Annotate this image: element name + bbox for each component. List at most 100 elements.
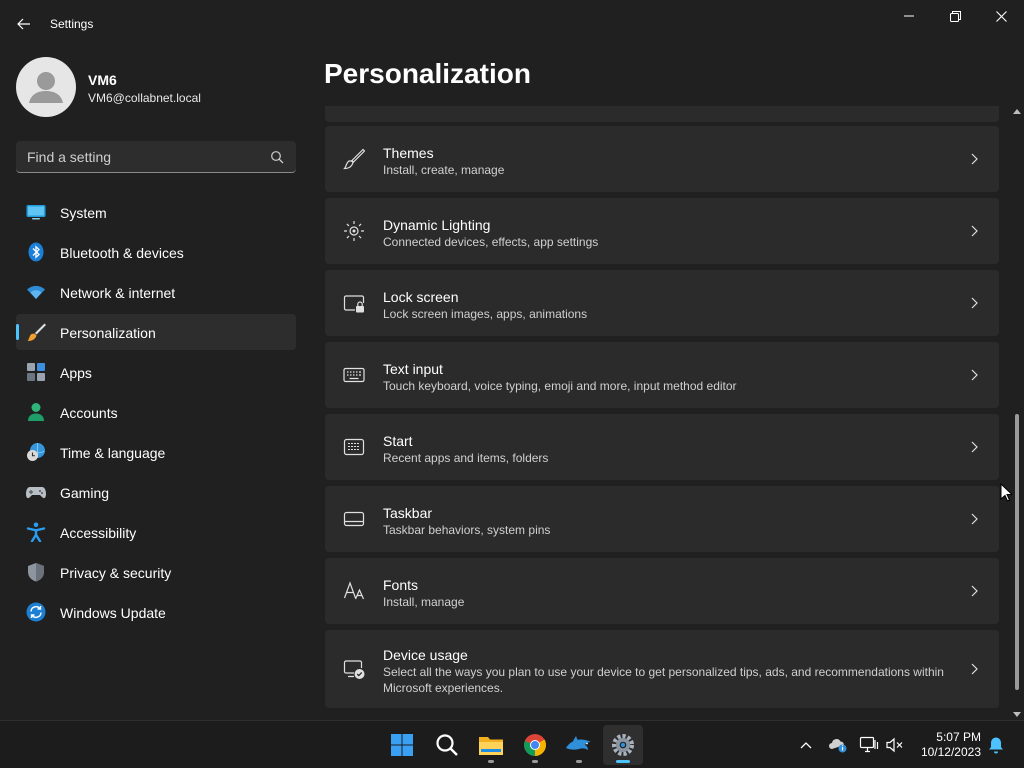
- user-email: VM6@collabnet.local: [88, 91, 201, 105]
- lock-screen-icon: [343, 295, 365, 313]
- row-description: Recent apps and items, folders: [383, 451, 549, 465]
- chevron-right-icon: [971, 297, 978, 309]
- back-button[interactable]: [12, 12, 36, 36]
- network-monitor-icon: [859, 736, 879, 753]
- bluetooth-icon: [28, 242, 44, 262]
- avatar[interactable]: [16, 57, 76, 117]
- globe-clock-icon: [27, 443, 45, 461]
- taskbar-chrome[interactable]: [515, 725, 555, 765]
- sidebar-item-gaming[interactable]: Gaming: [16, 474, 296, 510]
- sidebar-item-privacy-security[interactable]: Privacy & security: [16, 554, 296, 590]
- sidebar-item-label: Personalization: [60, 325, 156, 341]
- notifications-button[interactable]: [986, 735, 1006, 755]
- sidebar-item-accounts[interactable]: Accounts: [16, 394, 296, 430]
- mouse-cursor-icon: [1000, 483, 1012, 502]
- apps-icon: [27, 363, 45, 381]
- taskbar: 5:07 PM 10/12/2023: [0, 720, 1024, 768]
- running-indicator: [616, 760, 630, 763]
- minimize-button[interactable]: [886, 0, 932, 32]
- chevron-right-icon: [971, 153, 978, 165]
- sidebar-item-label: Network & internet: [60, 285, 176, 301]
- row-lock-screen[interactable]: Lock screen Lock screen images, apps, an…: [325, 270, 999, 336]
- taskbar-settings[interactable]: [603, 725, 643, 765]
- sidebar-item-label: Accounts: [60, 405, 118, 421]
- show-hidden-icons-button[interactable]: [796, 735, 816, 755]
- row-description: Install, manage: [383, 595, 465, 609]
- lighting-icon: [344, 221, 364, 241]
- update-icon: [26, 602, 46, 622]
- volume-tray-button[interactable]: [885, 735, 905, 755]
- brush-icon: [27, 323, 46, 341]
- sidebar-item-label: Apps: [60, 365, 92, 381]
- chevron-right-icon: [971, 585, 978, 597]
- sidebar-item-label: Accessibility: [60, 525, 137, 541]
- search-icon: [436, 734, 458, 756]
- settings-list: Themes Install, create, manage Dynamic L…: [324, 106, 1000, 718]
- row-dynamic-lighting[interactable]: Dynamic Lighting Connected devices, effe…: [325, 198, 999, 264]
- sidebar-item-bluetooth[interactable]: Bluetooth & devices: [16, 234, 296, 270]
- row-themes[interactable]: Themes Install, create, manage: [325, 126, 999, 192]
- file-explorer-icon: [479, 737, 503, 755]
- list-item[interactable]: [325, 106, 999, 122]
- windows-start-icon: [391, 734, 413, 756]
- sidebar-item-system[interactable]: System: [16, 194, 296, 230]
- system-icon: [26, 205, 46, 220]
- running-indicator: [576, 760, 582, 763]
- restore-button[interactable]: [932, 0, 978, 32]
- scroll-down-icon[interactable]: [1013, 712, 1021, 718]
- sidebar-item-label: Gaming: [60, 485, 110, 501]
- person-icon: [29, 72, 63, 103]
- start-button[interactable]: [382, 725, 422, 765]
- scrollbar-thumb[interactable]: [1015, 414, 1019, 690]
- row-description: Touch keyboard, voice typing, emoji and …: [383, 379, 737, 393]
- scrollbar[interactable]: [1012, 108, 1022, 718]
- chevron-right-icon: [971, 441, 978, 453]
- sidebar-item-label: Windows Update: [60, 605, 166, 621]
- chevron-up-icon: [800, 742, 812, 749]
- row-fonts[interactable]: Fonts Install, manage: [325, 558, 999, 624]
- taskbar-search-button[interactable]: [427, 725, 467, 765]
- clock-date: 10/12/2023: [920, 745, 981, 759]
- chevron-right-icon: [971, 513, 978, 525]
- chrome-icon: [524, 734, 546, 756]
- row-title: Lock screen: [383, 289, 459, 305]
- row-title: Device usage: [383, 647, 468, 663]
- close-icon: [995, 10, 1007, 22]
- onedrive-tray-button[interactable]: [828, 735, 848, 755]
- row-title: Taskbar: [383, 505, 433, 521]
- search-input[interactable]: [16, 141, 266, 172]
- person-icon: [28, 403, 44, 421]
- taskbar-dolphin-app[interactable]: [559, 725, 599, 765]
- bell-icon: [989, 737, 1003, 754]
- sidebar-item-accessibility[interactable]: Accessibility: [16, 514, 296, 550]
- gamepad-icon: [26, 487, 46, 499]
- row-description: Install, create, manage: [383, 163, 505, 177]
- sidebar-nav: System Bluetooth & devices Network & int…: [16, 194, 296, 634]
- window-title: Settings: [50, 17, 94, 31]
- taskbar-file-explorer[interactable]: [471, 725, 511, 765]
- row-title: Fonts: [383, 577, 419, 593]
- running-indicator: [488, 760, 494, 763]
- row-title: Start: [383, 433, 413, 449]
- row-taskbar[interactable]: Taskbar Taskbar behaviors, system pins: [325, 486, 999, 552]
- scroll-up-icon[interactable]: [1013, 108, 1021, 114]
- search-box[interactable]: [16, 141, 296, 173]
- fonts-icon: [343, 581, 365, 600]
- row-text-input[interactable]: Text input Touch keyboard, voice typing,…: [325, 342, 999, 408]
- row-title: Dynamic Lighting: [383, 217, 491, 233]
- shield-icon: [28, 563, 44, 582]
- row-start[interactable]: Start Recent apps and items, folders: [325, 414, 999, 480]
- sidebar-item-label: System: [60, 205, 107, 221]
- sidebar-item-personalization[interactable]: Personalization: [16, 314, 296, 350]
- clock[interactable]: 5:07 PM 10/12/2023: [921, 730, 981, 760]
- user-name: VM6: [88, 72, 117, 88]
- network-tray-button[interactable]: [859, 735, 879, 755]
- sidebar-item-apps[interactable]: Apps: [16, 354, 296, 390]
- search-icon[interactable]: [270, 150, 284, 164]
- sidebar-item-windows-update[interactable]: Windows Update: [16, 594, 296, 630]
- taskbar-icon: [343, 511, 365, 527]
- sidebar-item-time-language[interactable]: Time & language: [16, 434, 296, 470]
- row-device-usage[interactable]: Device usage Select all the ways you pla…: [325, 630, 999, 708]
- close-button[interactable]: [978, 0, 1024, 32]
- sidebar-item-network[interactable]: Network & internet: [16, 274, 296, 310]
